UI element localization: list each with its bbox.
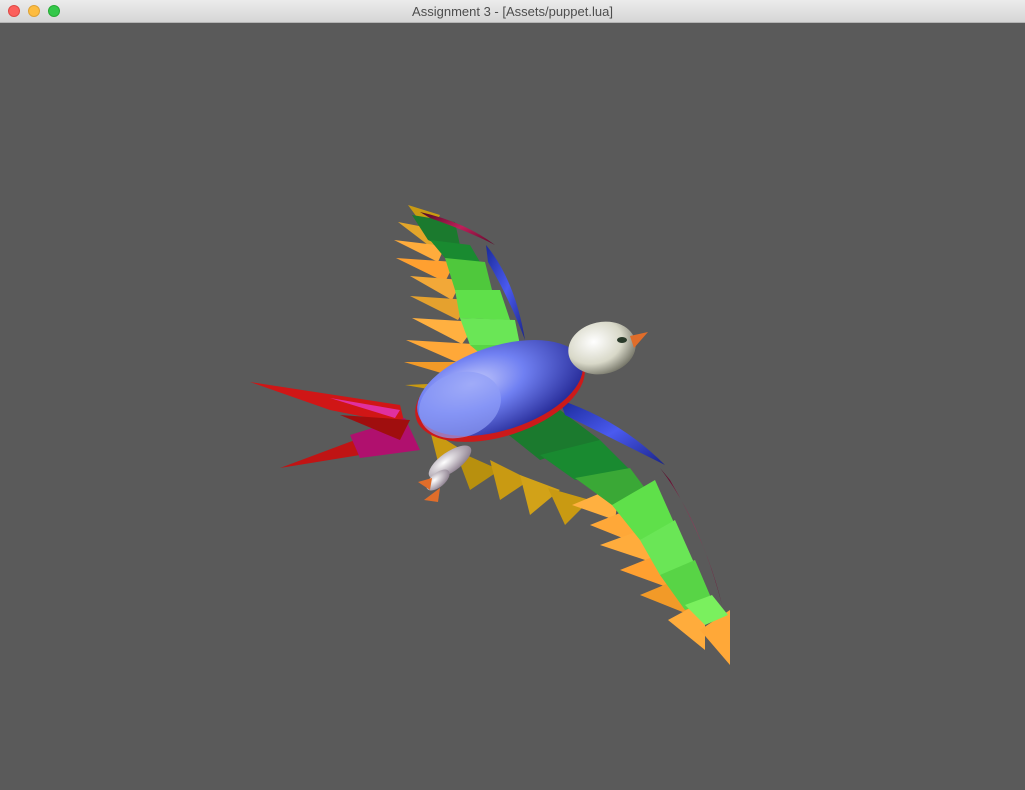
app-window: Assignment 3 - [Assets/puppet.lua] (0, 0, 1025, 790)
gl-viewport[interactable] (0, 23, 1025, 790)
tail (250, 382, 420, 468)
window-title: Assignment 3 - [Assets/puppet.lua] (412, 4, 613, 19)
bird-puppet-icon[interactable] (0, 23, 1025, 790)
title-bar[interactable]: Assignment 3 - [Assets/puppet.lua] (0, 0, 1025, 23)
